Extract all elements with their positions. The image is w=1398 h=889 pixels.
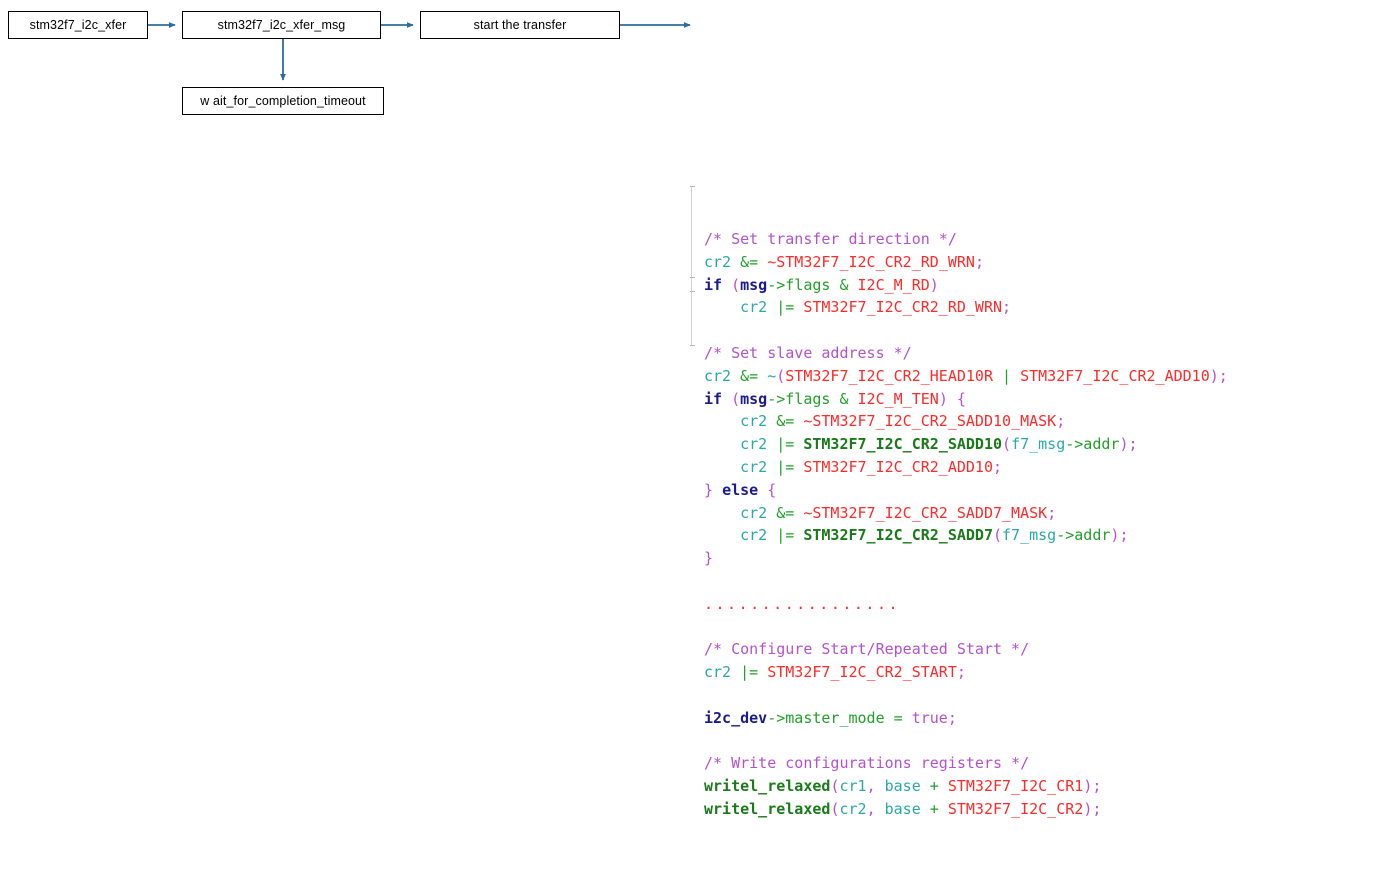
code-line: cr2 |= STM32F7_I2C_CR2_SADD7(f7_msg->add…: [740, 526, 1129, 545]
code-line: .................: [704, 594, 901, 613]
flow-box-label: stm32f7_i2c_xfer_msg: [217, 17, 346, 32]
code-line: cr2 &= ~STM32F7_I2C_CR2_SADD7_MASK;: [740, 503, 1057, 522]
code-line: cr2 |= STM32F7_I2C_CR2_RD_WRN;: [740, 298, 1012, 317]
code-line: } else {: [704, 480, 777, 499]
flow-box-label: w ait_for_completion_timeout: [200, 93, 366, 108]
code-line: if (msg->flags & I2C_M_RD): [704, 275, 939, 294]
code-line: if (msg->flags & I2C_M_TEN) {: [704, 389, 966, 408]
code-fold-tick-if[interactable]: [690, 186, 695, 187]
code-line: cr2 &= ~(STM32F7_I2C_CR2_HEAD10R | STM32…: [704, 366, 1228, 385]
flow-box-start-the-transfer[interactable]: start the transfer: [420, 11, 620, 39]
code-line: writel_relaxed(cr2, base + STM32F7_I2C_C…: [704, 799, 1102, 818]
code-line: /* Set transfer direction */: [704, 229, 957, 248]
code-line: writel_relaxed(cr1, base + STM32F7_I2C_C…: [704, 777, 1102, 796]
code-line: cr2 |= STM32F7_I2C_CR2_START;: [704, 663, 966, 682]
flow-box-wait-for-completion-timeout[interactable]: w ait_for_completion_timeout: [182, 87, 384, 115]
code-lines: /* Set transfer direction */ cr2 &= ~STM3…: [690, 228, 1398, 821]
code-line: /* Configure Start/Repeated Start */: [704, 640, 1030, 659]
code-line: /* Write configurations registers */: [704, 754, 1030, 773]
flow-box-stm32f7-i2c-xfer-msg[interactable]: stm32f7_i2c_xfer_msg: [182, 11, 381, 39]
code-line: cr2 &= ~STM32F7_I2C_CR2_RD_WRN;: [704, 252, 984, 271]
call-flow-diagram: stm32f7_i2c_xfer stm32f7_i2c_xfer_msg st…: [0, 0, 700, 140]
flow-box-label: stm32f7_i2c_xfer: [29, 17, 127, 32]
code-line: cr2 &= ~STM32F7_I2C_CR2_SADD10_MASK;: [740, 412, 1066, 431]
code-line: cr2 |= STM32F7_I2C_CR2_ADD10;: [740, 457, 1003, 476]
code-line: i2c_dev->master_mode = true;: [704, 708, 957, 727]
flow-box-stm32f7-i2c-xfer[interactable]: stm32f7_i2c_xfer: [8, 11, 148, 39]
code-line: /* Set slave address */: [704, 343, 912, 362]
code-line-highlighted: cr2 |= STM32F7_I2C_CR2_SADD10(f7_msg->ad…: [740, 435, 1138, 454]
code-line: }: [704, 549, 714, 568]
source-code-panel: /* Set transfer direction */ cr2 &= ~STM3…: [690, 0, 1398, 818]
flow-box-label: start the transfer: [473, 17, 567, 32]
